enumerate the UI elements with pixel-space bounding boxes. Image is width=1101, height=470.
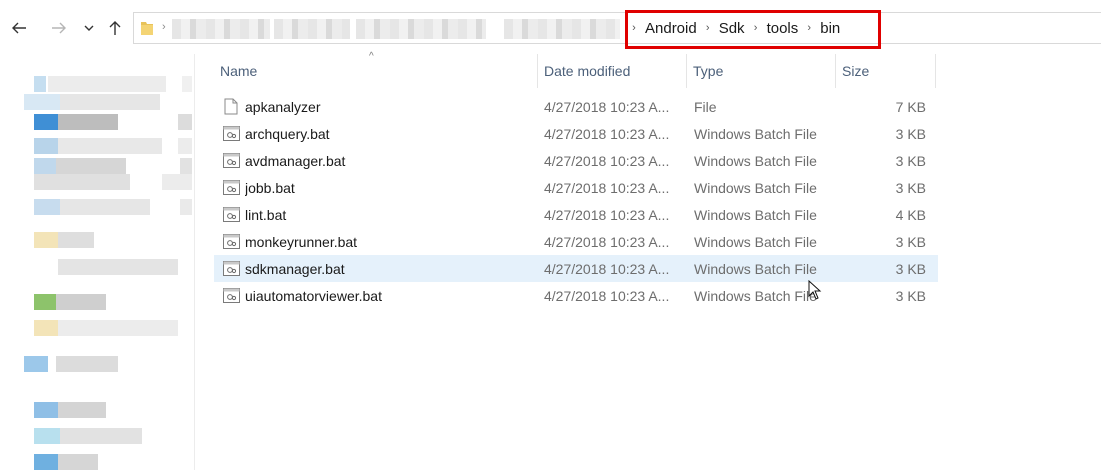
blurred-path bbox=[356, 19, 486, 39]
file-row-selected[interactable]: sdkmanager.bat 4/27/2018 10:23 A... Wind… bbox=[214, 255, 938, 282]
file-size: 3 KB bbox=[895, 152, 926, 169]
file-name: apkanalyzer bbox=[245, 98, 321, 115]
batch-file-icon bbox=[222, 174, 240, 201]
nav-item-blurred[interactable] bbox=[34, 114, 194, 130]
batch-file-icon bbox=[222, 255, 240, 282]
nav-item-blurred[interactable] bbox=[34, 138, 194, 154]
file-rows: apkanalyzer 4/27/2018 10:23 A... File 7 … bbox=[214, 93, 938, 309]
batch-file-icon bbox=[222, 120, 240, 147]
file-size: 7 KB bbox=[895, 98, 926, 115]
column-header-row: ^ Name Date modified Type Size bbox=[214, 51, 938, 88]
file-date: 4/27/2018 10:23 A... bbox=[544, 287, 670, 304]
file-size: 3 KB bbox=[895, 125, 926, 142]
file-date: 4/27/2018 10:23 A... bbox=[544, 125, 670, 142]
breadcrumb-tools[interactable]: tools bbox=[763, 20, 803, 37]
nav-item-blurred[interactable] bbox=[34, 259, 194, 275]
file-row[interactable]: uiautomatorviewer.bat 4/27/2018 10:23 A.… bbox=[214, 282, 938, 309]
file-date: 4/27/2018 10:23 A... bbox=[544, 179, 670, 196]
back-button[interactable] bbox=[6, 14, 32, 42]
file-type: Windows Batch File bbox=[694, 125, 817, 142]
file-name: lint.bat bbox=[245, 206, 287, 223]
batch-file-icon bbox=[222, 228, 240, 255]
chevron-right-icon: › bbox=[705, 22, 710, 34]
folder-icon bbox=[141, 22, 153, 35]
file-type: Windows Batch File bbox=[694, 260, 817, 277]
file-name: uiautomatorviewer.bat bbox=[245, 287, 382, 304]
nav-item-blurred[interactable] bbox=[34, 428, 194, 444]
breadcrumb-sdk[interactable]: Sdk bbox=[715, 20, 749, 37]
file-type: Windows Batch File bbox=[694, 233, 817, 250]
file-date: 4/27/2018 10:23 A... bbox=[544, 98, 670, 115]
forward-button[interactable] bbox=[46, 14, 72, 42]
column-header-date-modified[interactable]: Date modified bbox=[538, 54, 687, 88]
file-row[interactable]: avdmanager.bat 4/27/2018 10:23 A... Wind… bbox=[214, 147, 938, 174]
file-size: 3 KB bbox=[895, 260, 926, 277]
breadcrumb-android[interactable]: Android bbox=[641, 20, 701, 37]
file-name: monkeyrunner.bat bbox=[245, 233, 358, 250]
nav-item-blurred[interactable] bbox=[34, 174, 194, 190]
navigation-pane bbox=[0, 54, 195, 470]
blurred-path bbox=[504, 19, 620, 39]
mouse-cursor-icon bbox=[808, 280, 822, 300]
breadcrumb: › Android › Sdk › tools › bin bbox=[627, 13, 844, 43]
recent-locations-button[interactable] bbox=[78, 14, 100, 42]
file-date: 4/27/2018 10:23 A... bbox=[544, 260, 670, 277]
up-arrow-icon bbox=[109, 21, 121, 35]
file-type: File bbox=[694, 98, 717, 115]
file-date: 4/27/2018 10:23 A... bbox=[544, 233, 670, 250]
file-list: ^ Name Date modified Type Size apkanalyz… bbox=[214, 51, 938, 309]
file-date: 4/27/2018 10:23 A... bbox=[544, 206, 670, 223]
blurred-path bbox=[274, 19, 350, 39]
nav-item-blurred[interactable] bbox=[34, 158, 194, 174]
nav-item-blurred[interactable] bbox=[34, 232, 194, 248]
file-row[interactable]: monkeyrunner.bat 4/27/2018 10:23 A... Wi… bbox=[214, 228, 938, 255]
nav-item-blurred[interactable] bbox=[34, 199, 194, 215]
file-name: archquery.bat bbox=[245, 125, 330, 142]
file-row[interactable]: apkanalyzer 4/27/2018 10:23 A... File 7 … bbox=[214, 93, 938, 120]
nav-item-blurred[interactable] bbox=[34, 402, 194, 418]
column-header-size[interactable]: Size bbox=[836, 54, 936, 88]
chevron-right-icon: › bbox=[632, 22, 636, 34]
batch-file-icon bbox=[222, 282, 240, 309]
back-arrow-icon bbox=[12, 22, 26, 34]
blurred-path bbox=[172, 19, 270, 39]
column-header-name[interactable]: Name bbox=[214, 54, 538, 88]
file-date: 4/27/2018 10:23 A... bbox=[544, 152, 670, 169]
nav-item-blurred[interactable] bbox=[24, 94, 194, 110]
column-header-type[interactable]: Type bbox=[687, 54, 836, 88]
file-size: 4 KB bbox=[895, 206, 926, 223]
nav-item-blurred[interactable] bbox=[24, 356, 194, 372]
forward-arrow-icon bbox=[52, 22, 66, 34]
breadcrumb-separator-icon: › bbox=[162, 21, 166, 33]
file-type: Windows Batch File bbox=[694, 206, 817, 223]
file-name: avdmanager.bat bbox=[245, 152, 346, 169]
file-size: 3 KB bbox=[895, 179, 926, 196]
file-row[interactable]: lint.bat 4/27/2018 10:23 A... Windows Ba… bbox=[214, 201, 938, 228]
generic-file-icon bbox=[222, 93, 240, 120]
chevron-down-icon bbox=[84, 25, 94, 31]
address-bar[interactable]: › › Android › Sdk › tools › bin bbox=[133, 12, 1101, 44]
file-type: Windows Batch File bbox=[694, 179, 817, 196]
nav-item-blurred[interactable] bbox=[34, 294, 194, 310]
toolbar: › › Android › Sdk › tools › bin bbox=[0, 0, 1101, 54]
nav-item-blurred[interactable] bbox=[34, 454, 194, 470]
up-button[interactable] bbox=[102, 14, 128, 42]
file-size: 3 KB bbox=[895, 287, 926, 304]
file-name: jobb.bat bbox=[245, 179, 295, 196]
nav-item-blurred[interactable] bbox=[34, 320, 194, 336]
batch-file-icon bbox=[222, 201, 240, 228]
file-row[interactable]: archquery.bat 4/27/2018 10:23 A... Windo… bbox=[214, 120, 938, 147]
chevron-right-icon: › bbox=[753, 22, 758, 34]
file-size: 3 KB bbox=[895, 233, 926, 250]
chevron-right-icon: › bbox=[807, 22, 812, 34]
batch-file-icon bbox=[222, 147, 240, 174]
file-row[interactable]: jobb.bat 4/27/2018 10:23 A... Windows Ba… bbox=[214, 174, 938, 201]
nav-item-blurred[interactable] bbox=[24, 76, 194, 92]
breadcrumb-bin[interactable]: bin bbox=[816, 20, 844, 37]
file-type: Windows Batch File bbox=[694, 152, 817, 169]
file-name: sdkmanager.bat bbox=[245, 260, 345, 277]
